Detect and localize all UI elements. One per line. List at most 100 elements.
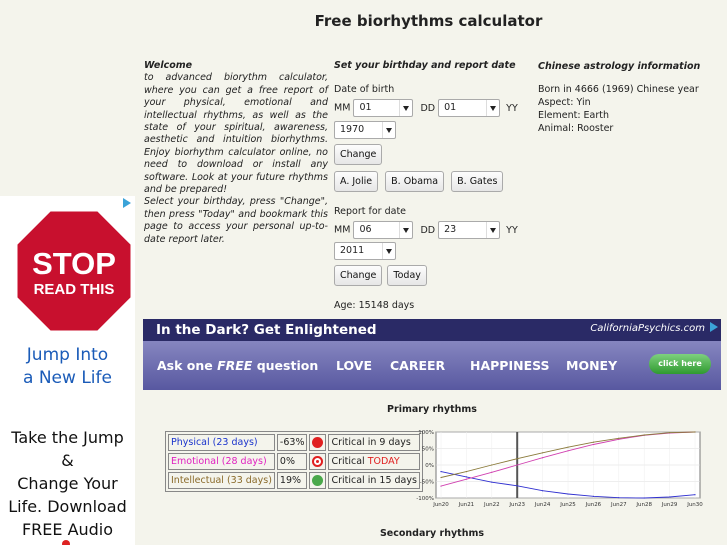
- chart-point: [516, 485, 518, 487]
- ad-take-line3: Change Your: [17, 474, 118, 493]
- chart-x-tick-label: Jun22: [483, 502, 500, 508]
- birth-change-button[interactable]: Change: [334, 144, 383, 165]
- status-dot-icon: [312, 475, 324, 486]
- chart-point: [440, 476, 442, 479]
- status-dot-icon: [312, 437, 324, 448]
- welcome-heading: Welcome: [144, 60, 193, 71]
- rhythm-status-dot: [309, 434, 327, 451]
- birth-month-value: 01: [359, 102, 372, 113]
- chinese-born: Born in 4666 (1969) Chinese year: [538, 84, 699, 95]
- banner-body: Ask one FREE question LOVE CAREER HAPPIN…: [143, 341, 721, 390]
- chart-x-tick-label: Jun25: [559, 502, 576, 508]
- chinese-element: Element: Earth: [538, 110, 610, 121]
- chart-point: [567, 450, 569, 452]
- ad-take-line2: &: [61, 451, 74, 470]
- chart-x-tick-label: Jun30: [686, 502, 703, 508]
- chevron-down-icon: [490, 106, 497, 111]
- preset-jolie-button[interactable]: A. Jolie: [334, 171, 379, 192]
- ad-red-dot-icon: [62, 540, 70, 545]
- birth-year-value: 1970: [340, 124, 365, 135]
- ad-choices-icon[interactable]: [123, 198, 131, 208]
- rhythm-row: Physical (23 days) -63% Critical in 9 days: [168, 434, 420, 451]
- banner-ask: Ask one FREE question: [157, 358, 318, 373]
- chart-point: [491, 464, 493, 466]
- chart-x-tick-label: Jun29: [661, 502, 678, 508]
- chinese-aspect: Aspect: Yin: [538, 97, 591, 108]
- report-day-value: 23: [444, 224, 457, 235]
- banner-ask-suffix: question: [252, 358, 319, 373]
- chart-point: [694, 431, 696, 433]
- chart-point: [643, 434, 645, 436]
- chart-point: [491, 471, 493, 473]
- banner-cat-happiness[interactable]: HAPPINESS: [470, 358, 550, 373]
- chevron-down-icon: [386, 249, 392, 254]
- chart-x-tick-label: Jun20: [432, 502, 449, 508]
- chart-y-tick-label: -100%: [416, 496, 434, 502]
- report-change-button[interactable]: Change: [334, 265, 383, 286]
- banner-cat-career[interactable]: CAREER: [390, 358, 445, 373]
- secondary-rhythms-title: Secondary rhythms: [379, 528, 485, 539]
- chart-point: [491, 481, 493, 483]
- birth-month-select[interactable]: 01: [353, 99, 414, 117]
- banner-ask-free: FREE: [217, 358, 253, 373]
- ad-choices-icon[interactable]: [710, 322, 718, 332]
- report-month-select[interactable]: 06: [353, 221, 414, 239]
- banner-cat-love[interactable]: LOVE: [336, 358, 372, 373]
- rhythm-name: Emotional (28 days): [168, 453, 275, 470]
- birth-day-select[interactable]: 01: [438, 99, 501, 117]
- rhythm-name: Physical (23 days): [168, 434, 275, 451]
- report-year-value: 2011: [340, 245, 365, 256]
- rhythm-name: Intellectual (33 days): [168, 472, 275, 489]
- rhythm-status-dot: [309, 453, 327, 470]
- chart-point: [567, 446, 569, 448]
- ad-take-line4: Life. Download: [8, 497, 127, 516]
- chart-point: [440, 485, 442, 487]
- chart-point: [465, 471, 467, 473]
- chart-x-tick-label: Jun28: [635, 502, 652, 508]
- chart-point: [643, 497, 645, 499]
- chinese-heading: Chinese astrology information: [538, 61, 701, 72]
- chart-point: [567, 493, 569, 495]
- ad-jump-text[interactable]: Jump Into a New Life: [0, 344, 135, 390]
- chart-point: [618, 437, 620, 439]
- chart-point: [592, 495, 594, 497]
- chart-x-tick-label: Jun27: [610, 502, 627, 508]
- birth-year-select[interactable]: 1970: [334, 121, 396, 139]
- birth-dd-label: DD: [420, 102, 436, 114]
- chinese-animal: Animal: Rooster: [538, 123, 614, 134]
- biorhythm-chart: 100% 50% 0% -50% -100%Jun20 Jun21 Jun22 Jun23 Ju…: [416, 430, 703, 508]
- chevron-down-icon: [490, 228, 497, 233]
- page-title: Free biorhythms calculator: [314, 12, 543, 30]
- report-day-select[interactable]: 23: [438, 221, 501, 239]
- chart-point: [669, 496, 671, 498]
- stop-line2: READ THIS: [34, 281, 115, 298]
- banner-click-button[interactable]: click here: [649, 354, 711, 374]
- birth-yy-label: YY: [506, 102, 518, 114]
- banner-ad[interactable]: In the Dark? Get Enlightened CaliforniaP…: [143, 319, 721, 390]
- report-month-value: 06: [359, 224, 372, 235]
- report-year-select[interactable]: 2011: [334, 242, 396, 260]
- banner-headline: In the Dark? Get Enlightened: [156, 322, 377, 338]
- rhythm-value: 19%: [276, 472, 308, 489]
- today-button[interactable]: Today: [387, 265, 427, 286]
- stop-sign-icon: STOP READ THIS: [14, 208, 134, 334]
- chart-point: [669, 432, 671, 434]
- banner-ask-prefix: Ask one: [157, 358, 218, 373]
- chart-y-tick-label: 0%: [425, 463, 434, 469]
- rhythm-status-dot: [309, 472, 327, 489]
- chevron-down-icon: [386, 128, 392, 133]
- banner-cat-money[interactable]: MONEY: [566, 358, 617, 373]
- welcome-section: Welcome to advanced biorythm calculator,…: [144, 60, 328, 246]
- chart-x-tick-label: Jun24: [534, 502, 551, 508]
- rhythm-status-text: Critical in 9 days: [331, 437, 411, 448]
- chart-point: [516, 464, 518, 466]
- preset-obama-button[interactable]: B. Obama: [385, 171, 445, 192]
- report-dd-label: DD: [420, 224, 436, 236]
- left-ad[interactable]: STOP READ THIS Jump Into a New Life Take…: [0, 196, 135, 545]
- chart-point: [542, 490, 544, 492]
- preset-gates-button[interactable]: B. Gates: [451, 171, 504, 192]
- welcome-instructions: Select your birthday, press "Change", th…: [144, 196, 328, 245]
- report-label: Report for date: [334, 206, 407, 217]
- chart-x-tick-label: Jun21: [458, 502, 475, 508]
- chart-point: [465, 476, 467, 478]
